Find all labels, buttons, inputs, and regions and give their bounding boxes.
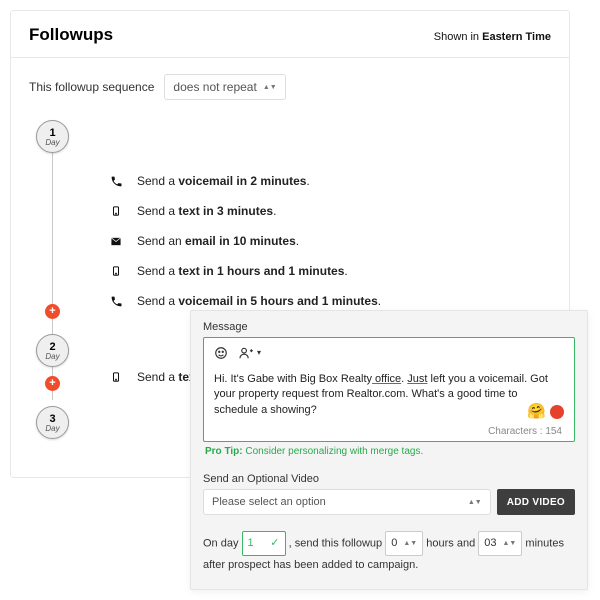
mobile-icon — [109, 204, 123, 218]
character-count: Characters : 154 — [212, 424, 566, 437]
step-item[interactable]: Send a voicemail in 2 minutes. — [109, 166, 551, 196]
repeat-label: This followup sequence — [29, 80, 154, 94]
timezone-indicator: Shown in Eastern Time — [434, 31, 551, 43]
video-label: Send an Optional Video — [203, 473, 575, 485]
hours-input[interactable]: 0▲▼ — [385, 531, 423, 556]
add-video-button[interactable]: ADD VIDEO — [497, 489, 575, 515]
phone-icon — [109, 175, 123, 188]
add-step-button[interactable]: + — [45, 304, 60, 319]
person-add-icon[interactable]: ▾ — [238, 346, 261, 360]
message-toolbar: ▾ — [212, 344, 566, 366]
mobile-icon — [109, 370, 123, 384]
message-textarea[interactable]: Hi. It's Gabe with Big Box Realty office… — [212, 366, 566, 424]
panel-header: Followups Shown in Eastern Time — [11, 11, 569, 58]
repeat-row: This followup sequence does not repeat ▲… — [11, 58, 569, 108]
red-circle-icon — [550, 405, 564, 419]
page-title: Followups — [29, 25, 113, 45]
day-node-1[interactable]: 1 Day — [36, 120, 69, 153]
step-item[interactable]: Send a text in 3 minutes. — [109, 196, 551, 226]
mail-icon — [109, 236, 123, 247]
phone-icon — [109, 295, 123, 308]
chevron-updown-icon: ▲▼ — [468, 500, 482, 505]
day-node-2[interactable]: 2 Day — [36, 334, 69, 367]
day-node-3[interactable]: 3 Day — [36, 406, 69, 439]
message-label: Message — [203, 321, 575, 333]
check-icon: ✓ — [267, 534, 279, 553]
chevron-updown-icon: ▲▼ — [403, 541, 417, 546]
message-reactions: 🤗 — [527, 401, 564, 422]
schedule-sentence: On day 1 ✓ , send this followup 0▲▼ hour… — [203, 531, 575, 574]
pro-tip: Pro Tip: Consider personalizing with mer… — [203, 442, 575, 459]
message-box: ▾ Hi. It's Gabe with Big Box Realty offi… — [203, 337, 575, 442]
step-item[interactable]: Send an email in 10 minutes. — [109, 226, 551, 256]
video-select[interactable]: Please select an option ▲▼ — [203, 489, 491, 515]
message-editor-panel: Message ▾ Hi. It's Gabe with Big Box Rea… — [190, 310, 588, 590]
repeat-select[interactable]: does not repeat ▲▼ — [164, 74, 285, 100]
add-step-button[interactable]: + — [45, 376, 60, 391]
chevron-updown-icon: ▲▼ — [263, 85, 277, 90]
minutes-input[interactable]: 03▲▼ — [478, 531, 522, 556]
mobile-icon — [109, 264, 123, 278]
chevron-updown-icon: ▲▼ — [503, 541, 517, 546]
emoji-icon[interactable] — [214, 346, 228, 360]
step-item[interactable]: Send a text in 1 hours and 1 minutes. — [109, 256, 551, 286]
day-input[interactable]: 1 ✓ — [242, 531, 286, 556]
